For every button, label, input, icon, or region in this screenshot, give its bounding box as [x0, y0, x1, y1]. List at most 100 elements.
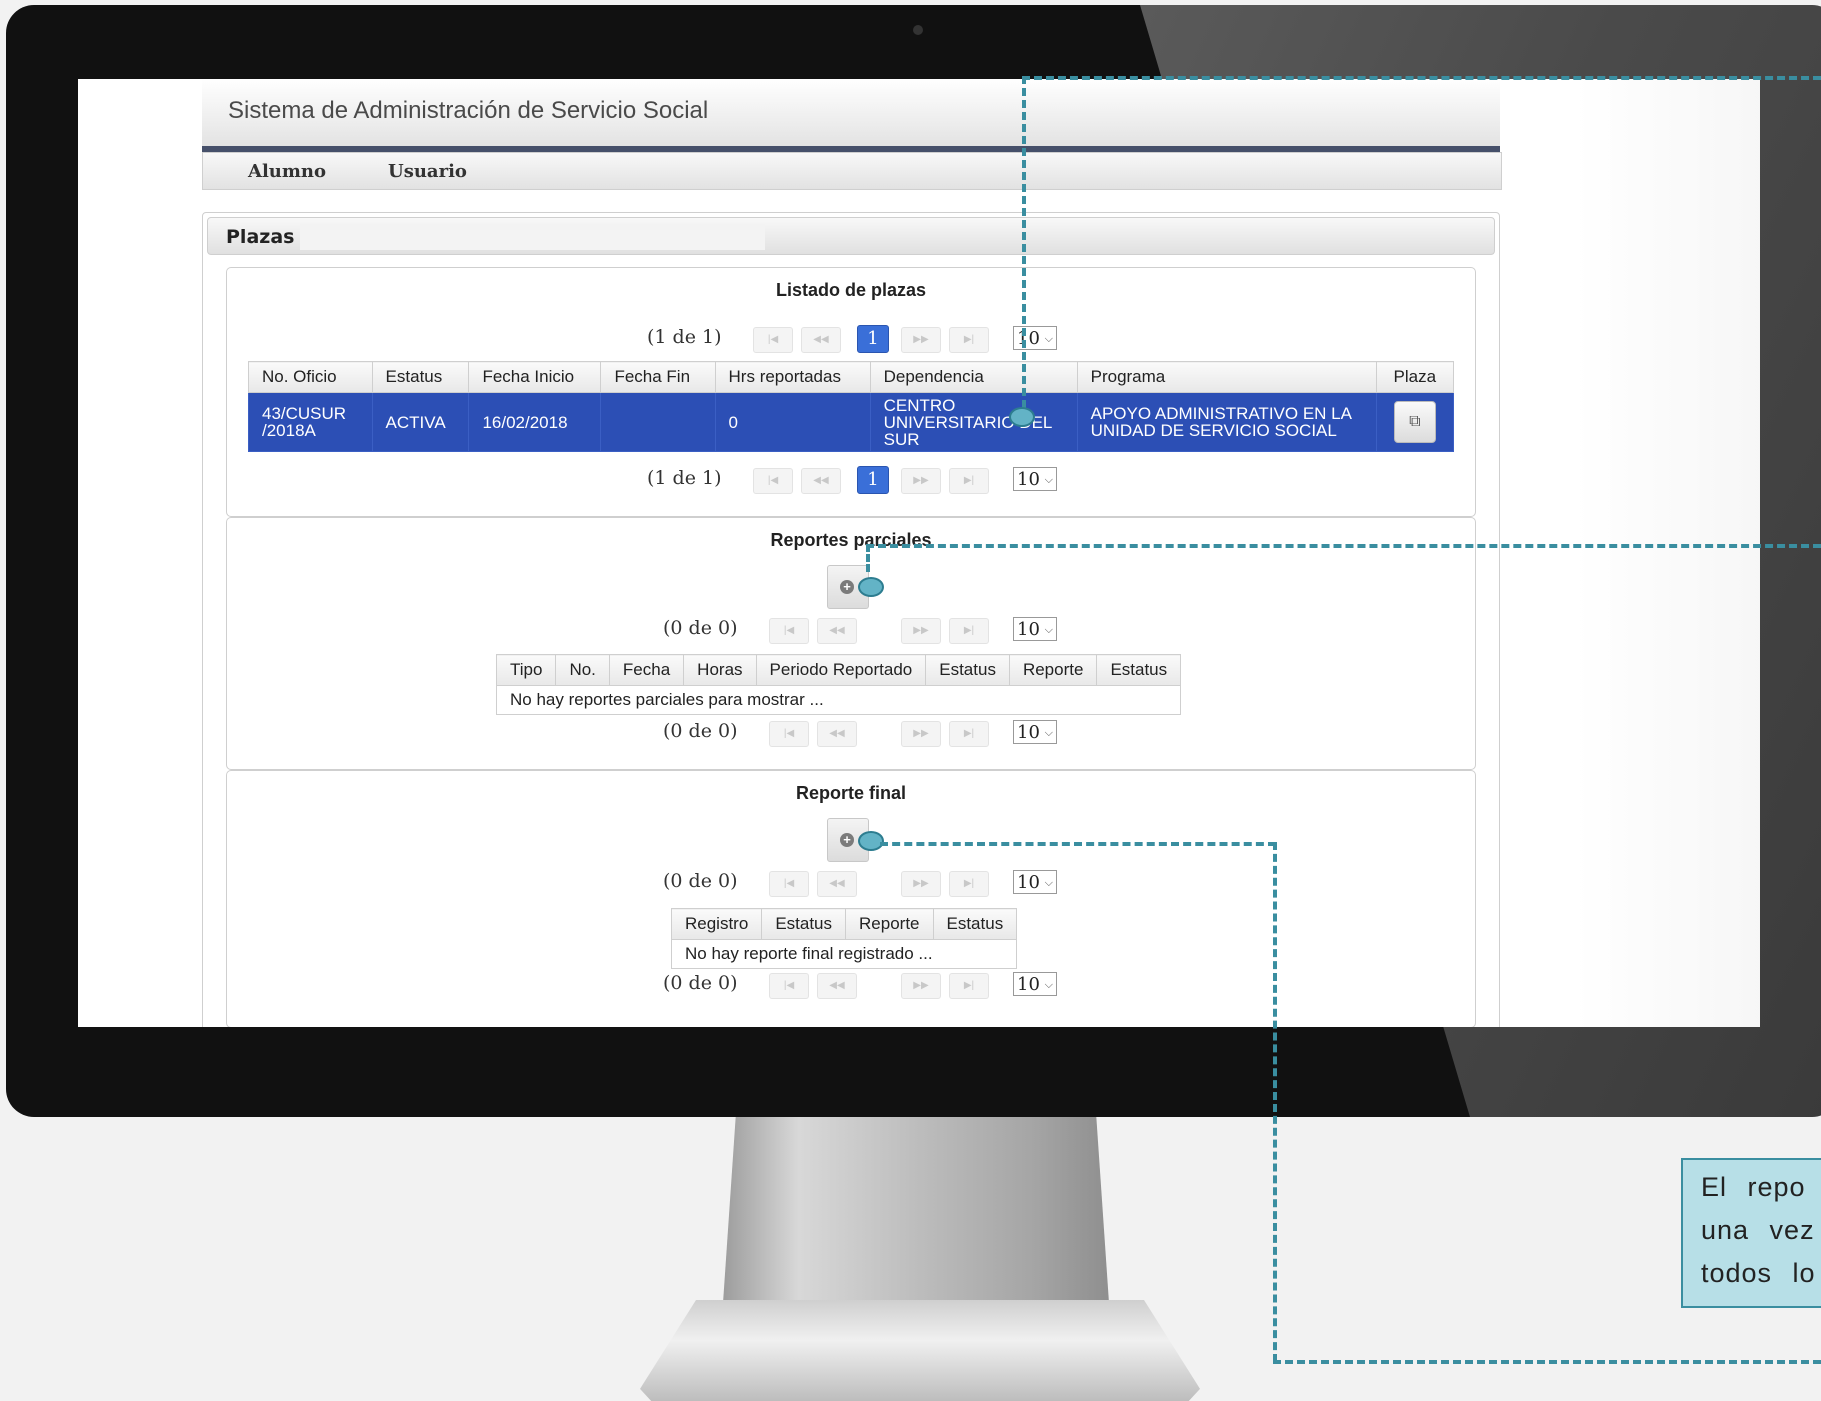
col-header[interactable]: Dependencia	[869, 361, 1078, 393]
programa-line: UNIDAD DE SERVICIO SOCIAL	[1090, 421, 1337, 440]
col-header[interactable]: Estatus	[925, 654, 1010, 686]
col-header[interactable]: Plaza	[1375, 361, 1455, 393]
col-header[interactable]: Programa	[1076, 361, 1377, 393]
redacted-area	[300, 224, 765, 250]
pager-count: (0 de 0)	[663, 720, 738, 742]
chevron-down-icon: ⌵	[1044, 623, 1053, 636]
next-page-button[interactable]: ▶▶	[901, 871, 941, 897]
col-header[interactable]: Fecha Inicio	[468, 361, 602, 393]
cell-hrs: 0	[714, 392, 871, 452]
prev-page-button[interactable]: ◀◀	[801, 468, 841, 494]
col-header[interactable]: No.	[555, 654, 610, 686]
annotation-line	[1273, 842, 1277, 1362]
section-title: Reporte final	[795, 783, 906, 803]
next-page-button[interactable]: ▶▶	[901, 721, 941, 747]
rows-per-page-select[interactable]: 10 ⌵	[1013, 870, 1057, 894]
rows-per-page-value: 10	[1017, 619, 1040, 640]
first-page-button[interactable]: |◀	[769, 871, 809, 897]
pager-count: (0 de 0)	[663, 870, 738, 892]
col-header[interactable]: Reporte	[845, 908, 934, 940]
next-page-button[interactable]: ▶▶	[901, 618, 941, 644]
annotation-dot	[858, 577, 884, 597]
rows-per-page-select[interactable]: 10 ⌵	[1013, 467, 1057, 491]
col-header[interactable]: Estatus	[761, 908, 847, 940]
col-header[interactable]: Hrs reportadas	[714, 361, 871, 393]
col-header[interactable]: Horas	[683, 654, 757, 686]
section-parciales: Reportes parciales + (0 de 0) |◀ ◀◀ ▶▶ ▶…	[226, 517, 1476, 770]
plaza-detail-button[interactable]: ⧉	[1393, 401, 1436, 443]
final-table: Registro Estatus Reporte Estatus No hay …	[670, 908, 1018, 969]
menu-usuario[interactable]: Usuario	[388, 161, 467, 182]
rows-per-page-select[interactable]: 10 ⌵	[1013, 972, 1057, 996]
dependencia-line: SUR	[883, 429, 920, 449]
annotation-line	[1022, 76, 1821, 80]
empty-message: No hay reportes parciales para mostrar .…	[495, 685, 1182, 715]
first-page-button[interactable]: |◀	[769, 721, 809, 747]
col-header[interactable]: Fecha	[608, 654, 685, 686]
callout-line: todos lo	[1701, 1258, 1816, 1288]
prev-page-button[interactable]: ◀◀	[817, 721, 857, 747]
first-page-button[interactable]: |◀	[769, 973, 809, 999]
col-header[interactable]: Periodo Reportado	[755, 654, 927, 686]
col-header[interactable]: Tipo	[495, 654, 557, 686]
col-header[interactable]: Fecha Fin	[600, 361, 716, 393]
current-page-button[interactable]: 1	[857, 325, 889, 353]
col-header[interactable]: No. Oficio	[248, 361, 373, 393]
annotation-line	[866, 544, 870, 572]
last-page-button[interactable]: ▶|	[949, 973, 989, 999]
first-page-button[interactable]: |◀	[769, 618, 809, 644]
rows-per-page-value: 10	[1017, 974, 1040, 995]
col-header[interactable]: Estatus	[371, 361, 470, 393]
pager-count: (0 de 0)	[663, 972, 738, 994]
rows-per-page-value: 10	[1017, 469, 1040, 490]
prev-page-button[interactable]: ◀◀	[817, 871, 857, 897]
callout-line: El repo	[1701, 1172, 1806, 1202]
last-page-button[interactable]: ▶|	[949, 618, 989, 644]
col-header[interactable]: Reporte	[1008, 654, 1098, 686]
first-page-button[interactable]: |◀	[753, 327, 793, 353]
annotation-line	[1022, 76, 1026, 408]
table-row[interactable]: 43/CUSUR/2018A ACTIVA 16/02/2018 0 CENTR…	[248, 392, 1455, 452]
section-listado: Listado de plazas (1 de 1) |◀ ◀◀ 1 ▶▶ ▶|…	[226, 267, 1476, 517]
pager-count: (1 de 1)	[647, 467, 722, 489]
pager-top: (0 de 0) |◀ ◀◀ ▶▶ ▶| 10 ⌵	[663, 615, 1063, 644]
last-page-button[interactable]: ▶|	[949, 721, 989, 747]
rows-per-page-value: 10	[1017, 722, 1040, 743]
parciales-table: Tipo No. Fecha Horas Periodo Reportado E…	[495, 654, 1182, 715]
annotation-line	[880, 842, 1276, 846]
last-page-button[interactable]: ▶|	[949, 327, 989, 353]
plus-icon: +	[840, 833, 854, 847]
plus-icon: +	[840, 580, 854, 594]
annotation-line	[1273, 1360, 1821, 1364]
prev-page-button[interactable]: ◀◀	[817, 973, 857, 999]
col-header[interactable]: Estatus	[1096, 654, 1182, 686]
app-header: Sistema de Administración de Servicio So…	[202, 79, 1500, 152]
next-page-button[interactable]: ▶▶	[901, 468, 941, 494]
menubar: Alumno Usuario	[202, 152, 1502, 190]
first-page-button[interactable]: |◀	[753, 468, 793, 494]
rows-per-page-select[interactable]: 10 ⌵	[1013, 326, 1057, 350]
cell-fecha-fin	[600, 392, 716, 452]
camera-icon	[913, 25, 923, 35]
last-page-button[interactable]: ▶|	[949, 468, 989, 494]
rows-per-page-select[interactable]: 10 ⌵	[1013, 720, 1057, 744]
next-page-button[interactable]: ▶▶	[901, 973, 941, 999]
cell-programa: APOYO ADMINISTRATIVO EN LA UNIDAD DE SERV…	[1076, 392, 1377, 452]
chevron-down-icon: ⌵	[1044, 876, 1053, 889]
prev-page-button[interactable]: ◀◀	[801, 327, 841, 353]
cell-dependencia: CENTRO UNIVERSITARIO DEL SUR	[869, 392, 1078, 452]
screen-margin	[1575, 79, 1760, 1027]
pager-count: (0 de 0)	[663, 617, 738, 639]
cell-fecha-inicio: 16/02/2018	[468, 392, 602, 452]
last-page-button[interactable]: ▶|	[949, 871, 989, 897]
rows-per-page-select[interactable]: 10 ⌵	[1013, 617, 1057, 641]
col-header[interactable]: Estatus	[932, 908, 1018, 940]
empty-message: No hay reporte final registrado ...	[670, 939, 1018, 969]
menu-alumno[interactable]: Alumno	[248, 161, 326, 182]
prev-page-button[interactable]: ◀◀	[817, 618, 857, 644]
col-header[interactable]: Registro	[670, 908, 763, 940]
panel-header: Plazas	[207, 217, 1495, 255]
next-page-button[interactable]: ▶▶	[901, 327, 941, 353]
current-page-button[interactable]: 1	[857, 466, 889, 494]
section-title: Listado de plazas	[775, 280, 927, 300]
